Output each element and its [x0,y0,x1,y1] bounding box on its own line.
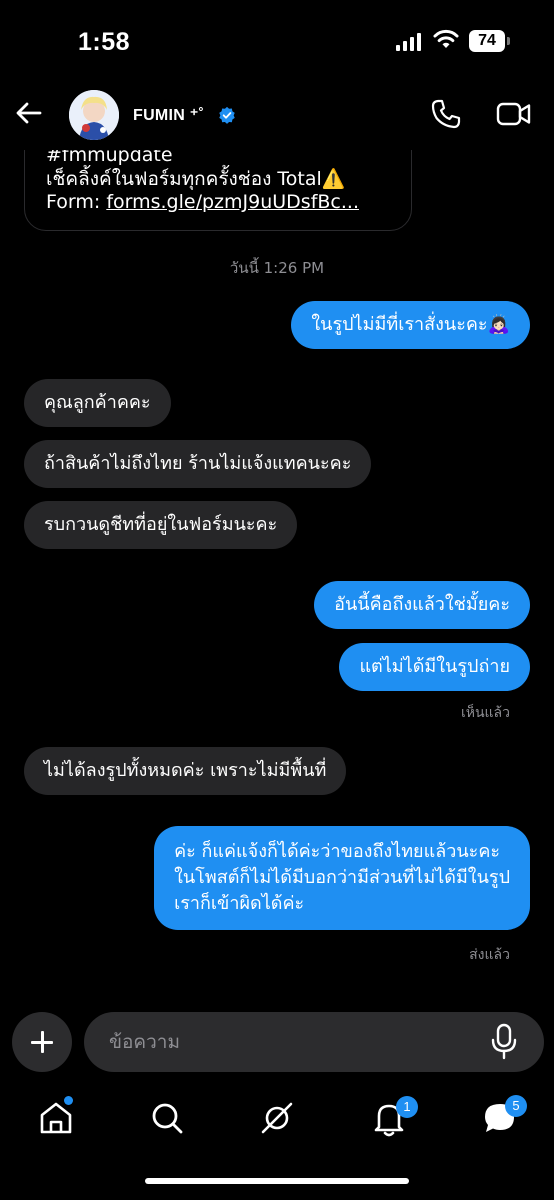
phone-icon[interactable] [430,98,462,130]
message-text: แต่ไม่ได้มีในรูปถ่าย [359,656,510,677]
message-outgoing[interactable]: อันนี้คือถึงแล้วใช่มั้ยคะ [314,581,530,629]
message-text: ในรูปไม่มีที่เราสั่งนะคะ🙇🏻‍♀️ [311,314,510,335]
date-separator: วันนี้ 1:26 PM [229,259,325,277]
messages-badge: 5 [505,1095,527,1117]
message-text-line: เราก็เข้าผิดได้ค่ะ [174,893,305,914]
form-link[interactable]: forms.gle/pzmJ9uUDsfBc... [106,191,359,213]
message-outgoing[interactable]: ในรูปไม่มีที่เราสั่งนะคะ🙇🏻‍♀️ [291,301,530,349]
home-activity-dot [64,1096,73,1105]
sent-status: ส่งแล้ว [469,947,510,963]
message-input[interactable] [84,1012,544,1072]
notifications-badge: 1 [396,1096,418,1118]
feed-icon[interactable] [257,1098,297,1138]
home-indicator [145,1178,409,1184]
battery-icon [507,37,510,45]
message-incoming[interactable]: รบกวนดูชีทที่อยู่ในฟอร์มนะคะ [24,501,298,549]
message-composer [0,1010,554,1074]
back-arrow-icon[interactable] [14,98,44,128]
shared-post-text: เช็คลิ้งค์ในฟอร์มทุกครั้งช่อง Total⚠️ [46,168,346,190]
message-text: อันนี้คือถึงแล้วใช่มั้ยคะ [334,594,510,615]
status-bar: 1:58 74 [0,0,554,80]
message-text: รบกวนดูชีทที่อยู่ในฟอร์มนะคะ [44,514,278,535]
seen-status: เห็นแล้ว [460,705,510,721]
message-incoming[interactable]: ถ้าสินค้าไม่ถึงไทย ร้านไม่แจ้งแทคนะคะ [24,440,372,488]
message-outgoing[interactable]: ค่ะ ก็แค่แจ้งก็ได้ค่ะว่าของถึงไทยแล้วนะค… [154,826,530,930]
shared-post-form: Form: forms.gle/pzmJ9uUDsfBc... [46,191,359,213]
message-outgoing[interactable]: แต่ไม่ได้มีในรูปถ่าย [339,643,530,691]
cellular-signal-icon [396,33,422,51]
microphone-icon[interactable] [490,1023,518,1061]
message-text-line: ในโพสต์ก็ไม่ได้มีบอกว่ามีส่วนที่ไม่ได้มี… [174,867,510,888]
status-time: 1:58 [78,28,131,56]
message-text: ไม่ได้ลงรูปทั้งหมดค่ะ เพราะไม่มีพื้นที่ [44,760,327,781]
verified-badge-icon [219,106,235,124]
shared-post-form-prefix: Form: [46,191,107,213]
message-incoming[interactable]: คุณลูกค้าคคะ [24,379,171,427]
battery-level: 74 [469,30,505,52]
avatar[interactable] [69,90,119,140]
add-attachment-button[interactable] [12,1012,72,1072]
search-icon[interactable] [147,1098,187,1138]
wifi-icon [433,29,459,48]
message-text: ถ้าสินค้าไม่ถึงไทย ร้านไม่แจ้งแทคนะคะ [44,453,352,474]
chat-header: FUMIN ⁺˚ [0,80,554,150]
contact-name[interactable]: FUMIN ⁺˚ [133,105,204,125]
message-text-line: ค่ะ ก็แค่แจ้งก็ได้ค่ะว่าของถึงไทยแล้วนะค… [174,841,501,862]
message-text: คุณลูกค้าคคะ [44,392,151,413]
video-camera-icon[interactable] [496,100,532,128]
message-incoming[interactable]: ไม่ได้ลงรูปทั้งหมดค่ะ เพราะไม่มีพื้นที่ [24,747,347,795]
bottom-tab-bar: 1 5 [0,1090,554,1150]
